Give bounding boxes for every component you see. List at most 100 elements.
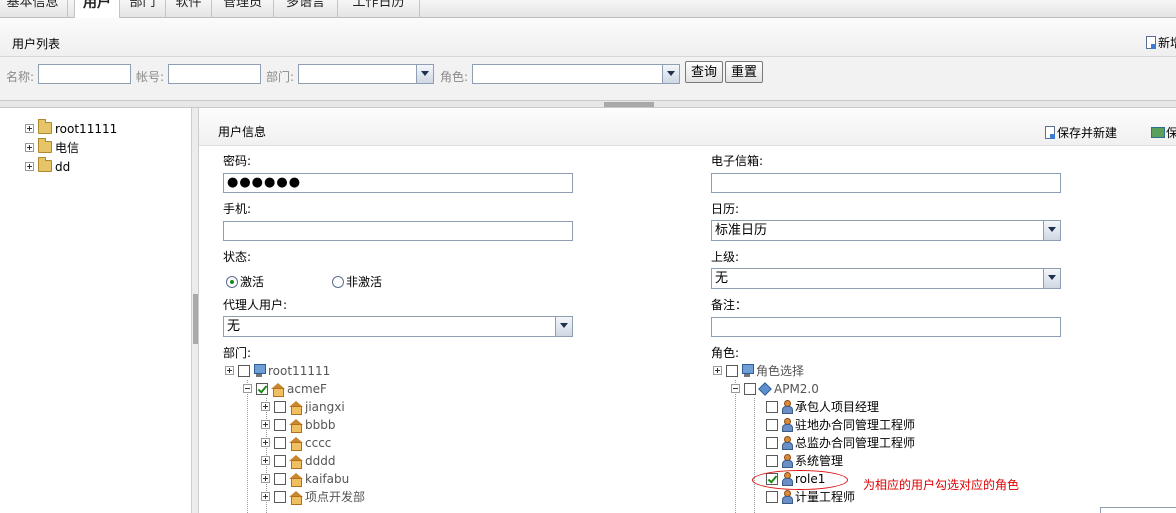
folder-icon <box>38 119 52 134</box>
checkbox[interactable] <box>274 455 286 467</box>
radio-unchecked-icon <box>332 276 344 288</box>
expand-icon[interactable] <box>25 124 34 133</box>
tab-admin[interactable]: 管理员 <box>212 0 274 18</box>
expand-icon[interactable] <box>261 402 270 411</box>
checkbox[interactable] <box>766 437 778 449</box>
checkbox[interactable] <box>744 383 756 395</box>
query-button[interactable]: 查询 <box>685 61 724 83</box>
account-filter-input[interactable] <box>168 64 261 84</box>
dept-tree-node[interactable]: 项点开发部 <box>261 488 365 506</box>
chevron-down-icon <box>1043 221 1060 240</box>
status-inactive-radio[interactable]: 非激活 <box>332 273 382 290</box>
checkbox[interactable] <box>274 473 286 485</box>
name-filter-label: 名称: <box>6 70 35 84</box>
dept-filter-select[interactable] <box>298 64 434 84</box>
expand-icon[interactable] <box>261 420 270 429</box>
checkbox[interactable] <box>274 419 286 431</box>
tree-node[interactable]: dd <box>25 157 70 176</box>
checkbox[interactable] <box>726 365 738 377</box>
reset-button[interactable]: 重置 <box>725 61 764 83</box>
agent-select[interactable]: 无 <box>223 316 573 337</box>
house-icon <box>289 419 303 433</box>
checkbox[interactable] <box>766 401 778 413</box>
dept-tree-node[interactable]: cccc <box>261 434 331 452</box>
expand-icon[interactable] <box>713 366 722 375</box>
superior-select[interactable]: 无 <box>711 268 1061 289</box>
role-tree-node[interactable]: 系统管理 <box>766 452 843 470</box>
checkbox[interactable] <box>766 491 778 503</box>
collapse-icon[interactable] <box>243 384 252 393</box>
checkbox[interactable] <box>274 437 286 449</box>
checkbox-checked[interactable] <box>256 383 268 395</box>
tree-guide-line <box>247 380 248 513</box>
tab-basic-info[interactable]: 基本信息 <box>0 0 68 18</box>
save-and-new-button[interactable]: 保保存并新建 <box>1045 124 1117 141</box>
mobile-field[interactable] <box>223 221 573 241</box>
tree-node[interactable]: root11111 <box>25 119 118 138</box>
tree-node-label: root11111 <box>55 122 118 136</box>
checkbox[interactable] <box>274 401 286 413</box>
role-tree-node[interactable]: 承包人项目经理 <box>766 398 879 416</box>
checkbox[interactable] <box>238 365 250 377</box>
checkbox[interactable] <box>766 455 778 467</box>
chevron-down-icon <box>416 65 433 83</box>
cube-icon <box>758 382 772 396</box>
tree-node[interactable]: 电信 <box>25 138 79 157</box>
dept-filter-label: 部门: <box>266 70 295 84</box>
remark-field[interactable] <box>711 317 1061 337</box>
dept-tree-node[interactable]: jiangxi <box>261 398 345 416</box>
role-filter-select[interactable] <box>472 64 680 84</box>
status-inactive-label: 非激活 <box>346 275 383 289</box>
expand-icon[interactable] <box>25 162 34 171</box>
expand-icon[interactable] <box>261 474 270 483</box>
dept-tree-node[interactable]: root11111 <box>225 362 330 380</box>
dept-tree-node[interactable]: bbbb <box>261 416 335 434</box>
role-node-label: 系统管理 <box>795 454 844 468</box>
checkbox[interactable] <box>274 491 286 503</box>
user-icon <box>781 454 793 468</box>
expand-icon[interactable] <box>25 143 34 152</box>
role-tree-node[interactable]: 驻地办合同管理工程师 <box>766 416 915 434</box>
tab-work-calendar[interactable]: 工作日历 <box>338 0 420 18</box>
status-active-radio[interactable]: 激活 <box>226 273 264 290</box>
user-info-pane: 用户信息 保保存并新建 保 密码: ●●●●●● 手机: 状态: 激活 非激活 … <box>199 108 1176 513</box>
vertical-splitter[interactable] <box>191 108 199 513</box>
role-tree-node[interactable]: 总监办合同管理工程师 <box>766 434 915 452</box>
dept-tree-node[interactable]: kaifabu <box>261 470 349 488</box>
password-field[interactable]: ●●●●●● <box>223 173 573 193</box>
splitter-grip[interactable] <box>604 102 654 107</box>
calendar-select[interactable]: 标准日历 <box>711 220 1061 241</box>
email-field[interactable] <box>711 173 1061 193</box>
tab-users[interactable]: 用户 <box>74 0 120 19</box>
save-icon <box>1151 127 1165 138</box>
horizontal-splitter[interactable] <box>0 100 1176 108</box>
role-tree-node[interactable]: 计量工程师 <box>766 488 855 506</box>
expand-icon[interactable] <box>261 438 270 447</box>
tab-multilanguage[interactable]: 多语言 <box>274 0 338 18</box>
expand-icon[interactable] <box>261 456 270 465</box>
tree-guide-line <box>735 380 736 513</box>
new-user-button[interactable]: 新增 <box>1146 34 1176 51</box>
calendar-label: 日历: <box>711 202 740 216</box>
dept-label: 部门: <box>223 346 252 360</box>
role-tree-node[interactable]: 角色选择 <box>713 362 804 380</box>
dept-tree-node[interactable]: acmeF <box>243 380 327 398</box>
mobile-label: 手机: <box>223 202 252 216</box>
top-tab-bar: 基本信息 用户 部门 软件 管理员 多语言 工作日历 <box>0 0 1176 19</box>
splitter-grip[interactable] <box>193 294 198 344</box>
save-button[interactable]: 保 <box>1151 124 1176 141</box>
expand-icon[interactable] <box>225 366 234 375</box>
house-icon <box>289 455 303 469</box>
radio-checked-icon <box>226 276 238 288</box>
role-tree-node[interactable]: APM2.0 <box>731 380 819 398</box>
dept-tree-node[interactable]: dddd <box>261 452 335 470</box>
name-filter-input[interactable] <box>38 64 131 84</box>
tab-software[interactable]: 软件 <box>166 0 212 18</box>
expand-icon[interactable] <box>261 492 270 501</box>
collapse-icon[interactable] <box>731 384 740 393</box>
user-icon <box>781 436 793 450</box>
tab-departments[interactable]: 部门 <box>120 0 166 18</box>
password-value: ●●●●●● <box>227 175 302 190</box>
dept-node-label: kaifabu <box>305 472 350 486</box>
checkbox[interactable] <box>766 419 778 431</box>
